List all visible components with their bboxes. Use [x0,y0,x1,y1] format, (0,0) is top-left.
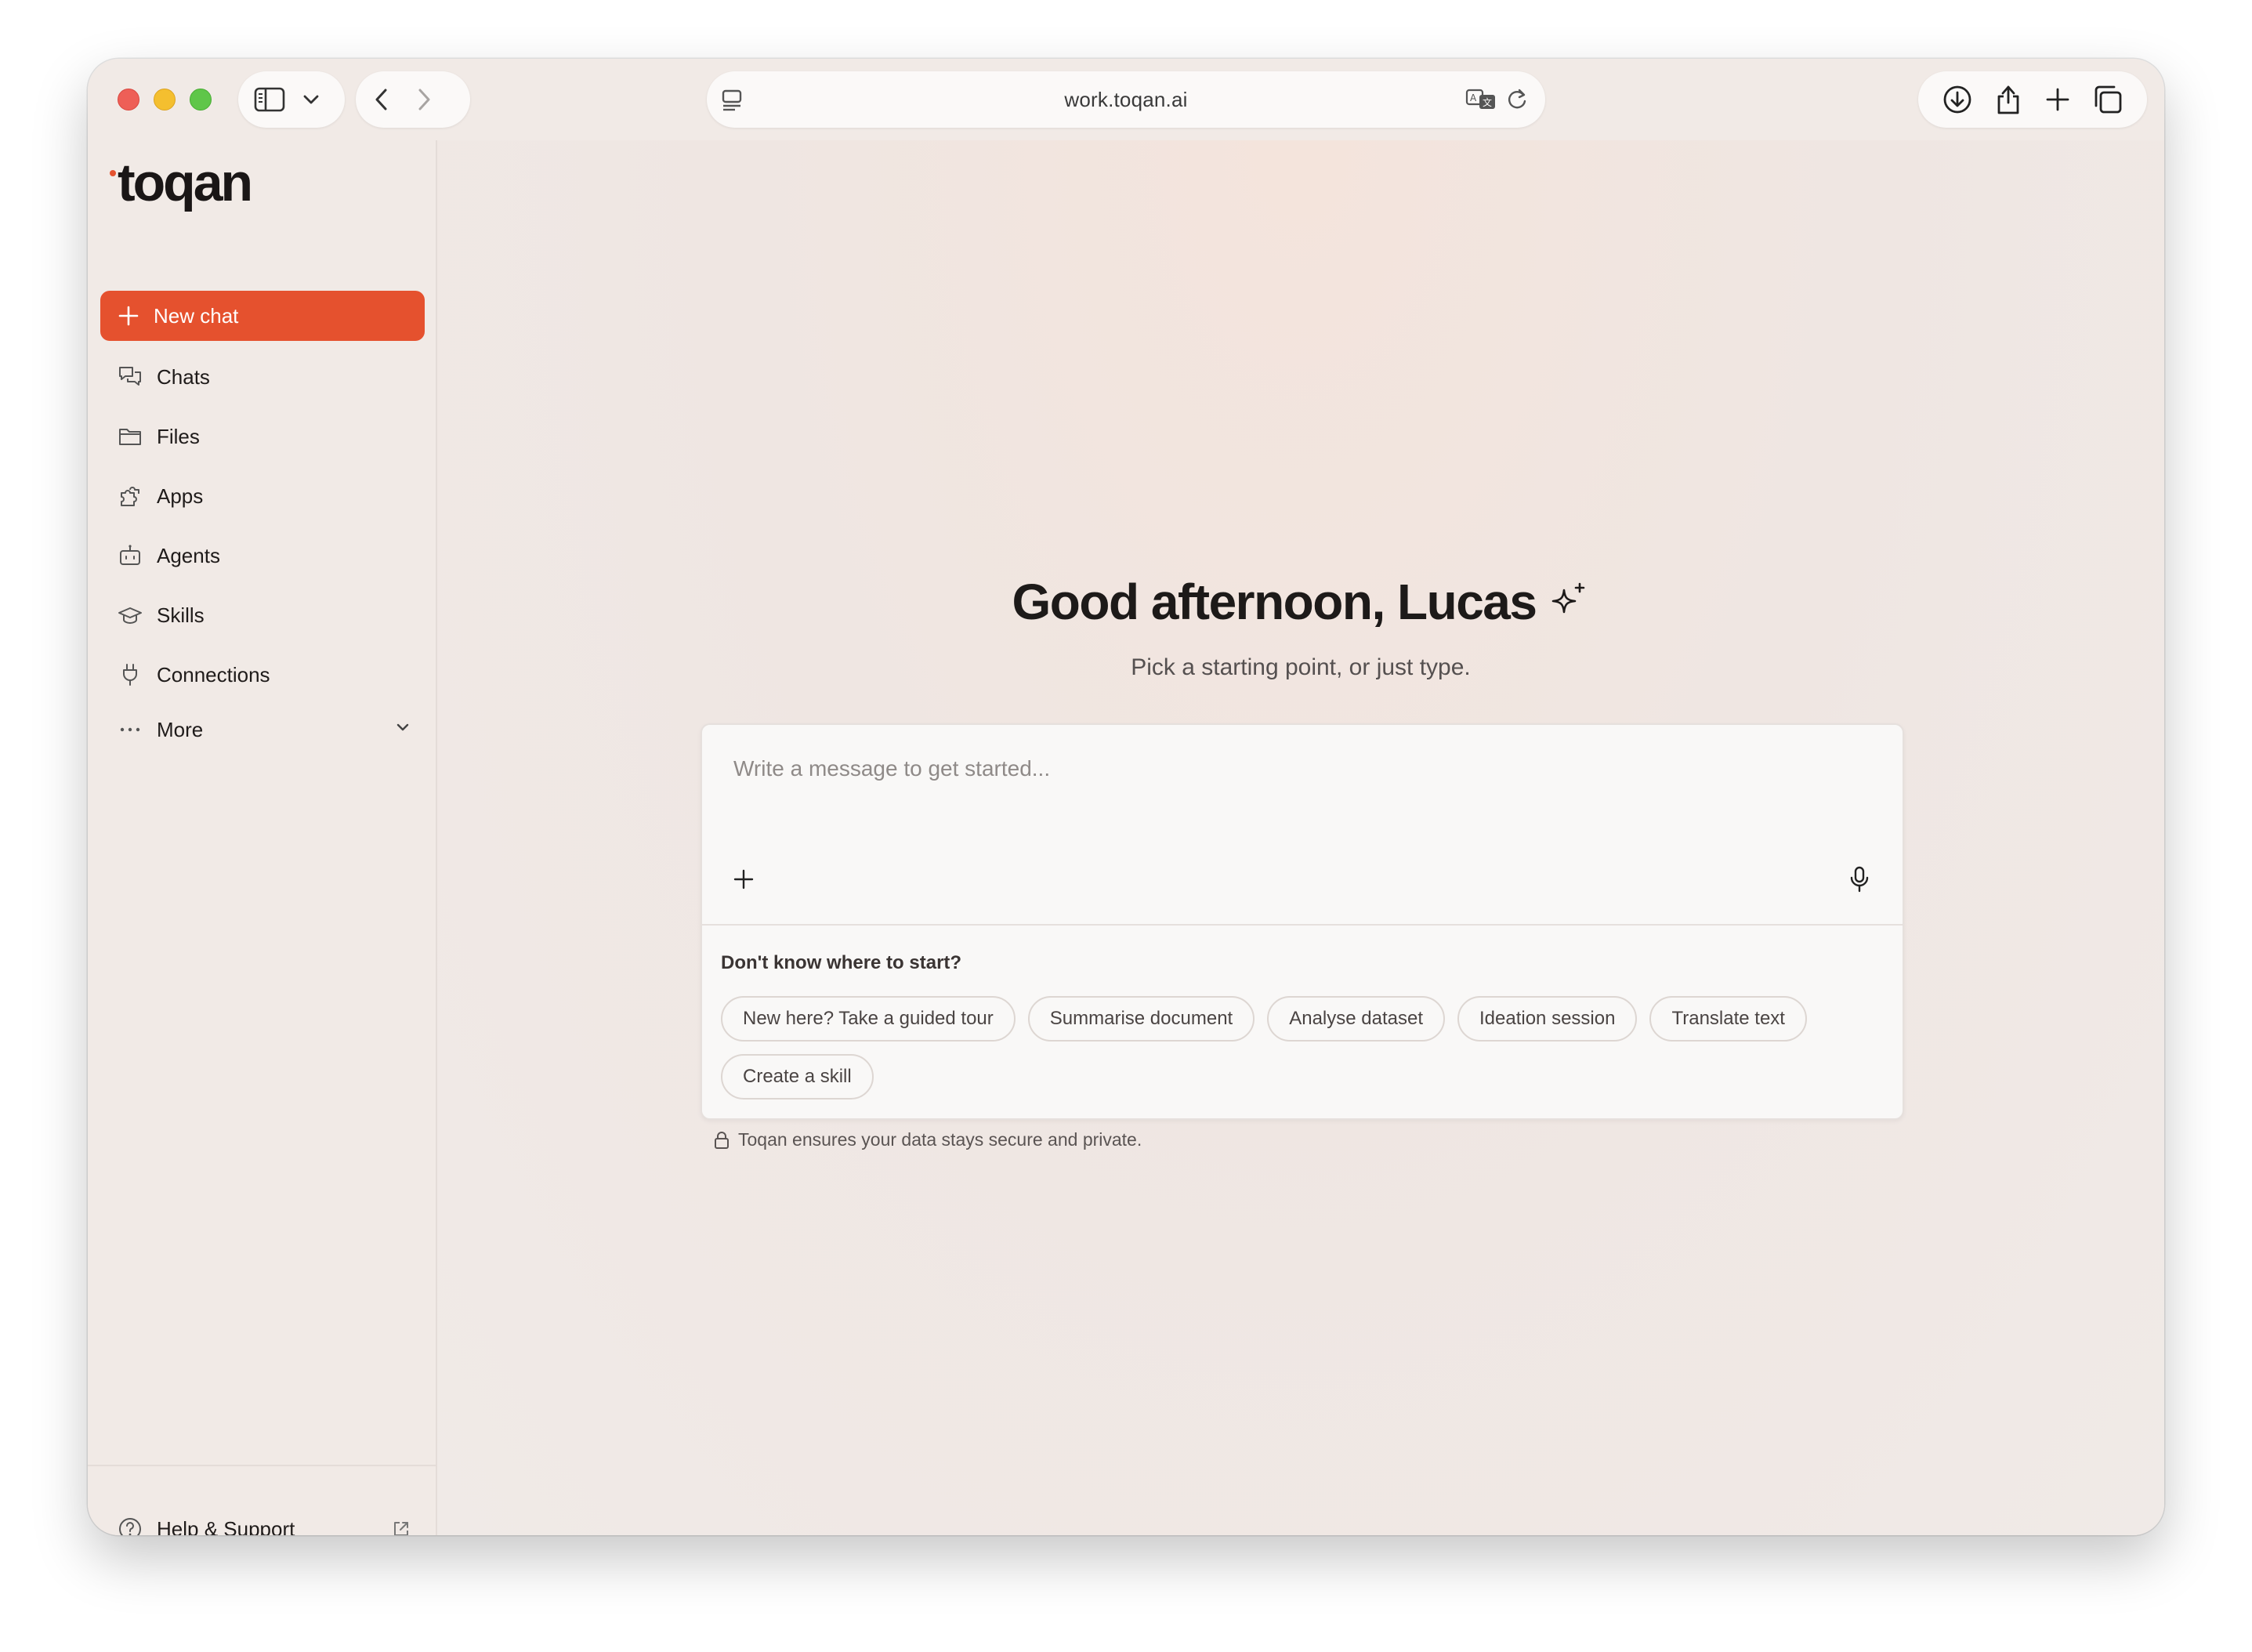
translate-icon[interactable]: A文 [1465,87,1497,112]
suggestion-chip-translate-text[interactable]: Translate text [1649,996,1807,1042]
sidebar-item-label: Agents [157,543,220,567]
back-button[interactable] [375,88,389,111]
logo-dot [110,170,116,176]
suggestion-chip-guided-tour[interactable]: New here? Take a guided tour [721,996,1016,1042]
logo-text: toqan [118,153,253,212]
attach-button[interactable] [733,869,754,889]
sidebar-divider [88,1465,436,1466]
sidebar-item-label: Chats [157,364,210,389]
external-link-icon [392,1520,411,1535]
minimize-window-button[interactable] [154,89,176,110]
sidebar-toggle-group [238,71,345,128]
suggestion-chip-summarise-document[interactable]: Summarise document [1027,996,1255,1042]
robot-icon [118,543,143,568]
message-composer: Write a message to get started... Don't … [701,723,1904,1120]
page-menu-icon[interactable] [721,89,743,112]
greeting-text: Good afternoon, Lucas [1012,574,1537,630]
sidebar: toqan New chat Chats Files Apps Agents S… [88,140,437,1535]
browser-window: work.toqan.ai A文 toqan New chat Chats Fi… [88,59,2164,1535]
close-window-button[interactable] [118,89,139,110]
chevron-down-icon[interactable] [302,94,320,105]
main-content: Good afternoon, Lucas Pick a starting po… [437,140,2164,1535]
sidebar-item-label: Skills [157,603,205,627]
sidebar-item-more[interactable]: More [100,705,425,755]
puzzle-icon [118,484,143,509]
reload-icon[interactable] [1506,88,1528,111]
suggestions-title: Don't know where to start? [721,952,962,973]
plug-icon [118,662,143,687]
suggestion-chip-analyse-dataset[interactable]: Analyse dataset [1267,996,1445,1042]
sidebar-item-apps[interactable]: Apps [100,471,425,521]
sidebar-item-chats[interactable]: Chats [100,352,425,402]
composer-divider [702,924,1903,926]
sparkle-icon [1547,581,1589,623]
privacy-text: Toqan ensures your data stays secure and… [738,1129,1142,1150]
sidebar-item-label: Connections [157,662,270,687]
help-support-link[interactable]: Help & Support [100,1504,425,1535]
lock-icon [713,1131,730,1150]
chevron-down-icon [395,722,411,733]
svg-text:文: 文 [1483,96,1492,108]
folder-icon [118,424,143,449]
forward-button[interactable] [417,88,431,111]
zoom-window-button[interactable] [190,89,212,110]
sidebar-item-label: Apps [157,484,204,508]
privacy-note: Toqan ensures your data stays secure and… [713,1129,1142,1150]
graduation-cap-icon [118,603,143,628]
new-chat-label: New chat [154,303,239,328]
message-input[interactable]: Write a message to get started... [733,756,1050,781]
sidebar-item-label: Files [157,424,200,448]
svg-text:A: A [1470,92,1477,103]
download-icon[interactable] [1942,85,1972,114]
browser-toolbar: work.toqan.ai A文 [88,59,2164,140]
more-icon [118,717,143,742]
sidebar-item-connections[interactable]: Connections [100,650,425,700]
plus-icon[interactable] [2045,87,2070,112]
toolbar-actions [1918,71,2147,128]
plus-icon [118,305,139,327]
new-chat-button[interactable]: New chat [100,291,425,341]
greeting-subtitle: Pick a starting point, or just type. [1131,654,1471,680]
suggestion-chip-create-skill[interactable]: Create a skill [721,1054,874,1100]
address-bar[interactable]: work.toqan.ai A文 [707,71,1545,128]
share-icon[interactable] [1995,84,2022,115]
toqan-logo[interactable]: toqan [110,153,253,220]
sidebar-item-skills[interactable]: Skills [100,590,425,640]
greeting-heading: Good afternoon, Lucas [437,573,2164,631]
sidebar-icon[interactable] [254,87,285,112]
suggestion-chip-ideation-session[interactable]: Ideation session [1457,996,1638,1042]
sidebar-item-agents[interactable]: Agents [100,531,425,581]
url-text: work.toqan.ai [1064,87,1188,111]
tabs-icon[interactable] [2093,85,2123,114]
sidebar-item-label: More [157,717,204,741]
navigation-group [356,71,470,128]
sidebar-item-files[interactable]: Files [100,411,425,462]
address-bar-actions: A文 [1465,87,1528,112]
microphone-icon[interactable] [1849,866,1870,893]
suggestion-chips: New here? Take a guided tour Summarise d… [721,996,1888,1100]
help-icon [118,1516,143,1535]
help-support-label: Help & Support [157,1516,295,1536]
chats-icon [118,364,143,389]
